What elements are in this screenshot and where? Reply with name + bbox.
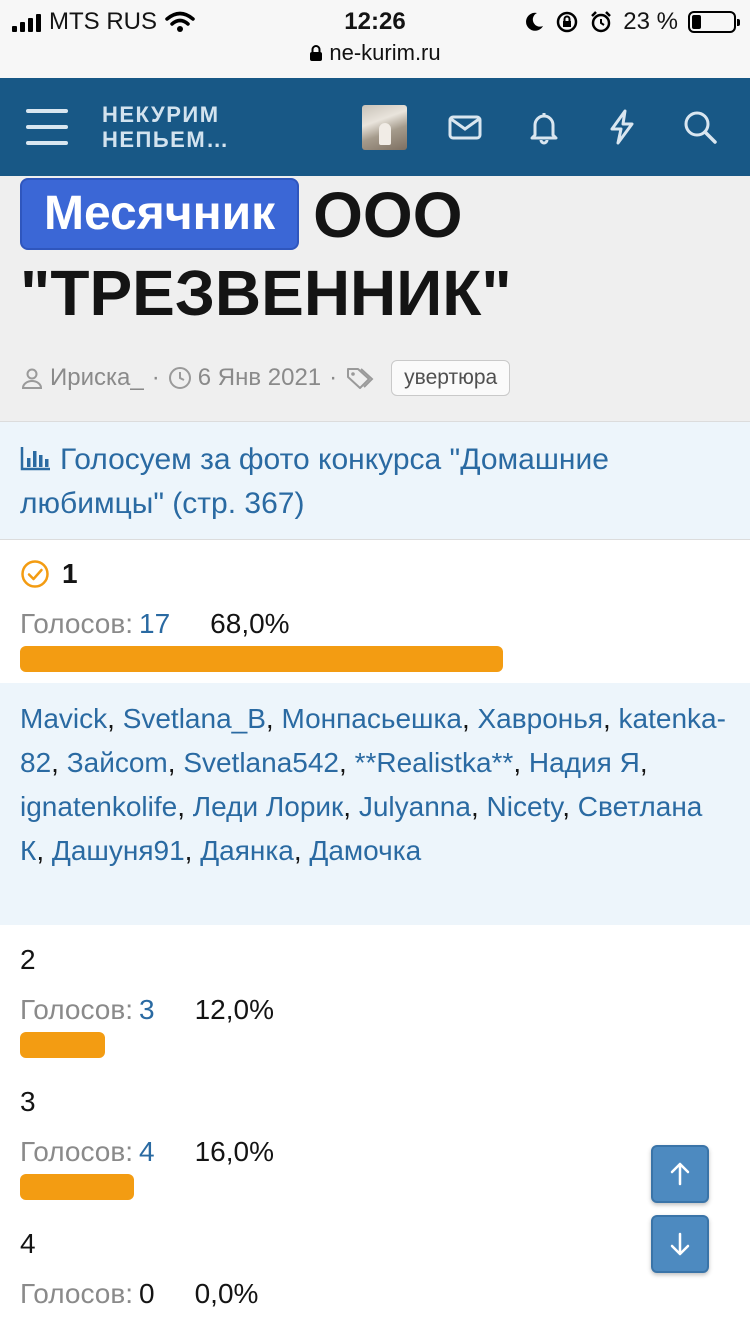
voter-link[interactable]: Надия Я	[529, 747, 640, 778]
votes-label: Голосов:	[20, 994, 134, 1025]
poll-option-title: 4	[20, 1228, 730, 1260]
poll-option: 2 Голосов: 3 12,0%	[20, 944, 730, 1058]
poll-option-label: 3	[20, 1086, 36, 1117]
tag-chip[interactable]: увертюра	[391, 360, 511, 396]
voter-link[interactable]: Mavick	[20, 703, 107, 734]
logo-line-2: НЕПЬЕМ…	[102, 127, 230, 152]
votes-label: Голосов:	[20, 1136, 134, 1167]
check-circle-icon	[21, 560, 49, 588]
votes-count-link[interactable]: 4	[139, 1136, 155, 1168]
thread-date: 6 Янв 2021	[197, 364, 322, 391]
voter-link[interactable]: Julyanna	[359, 791, 471, 822]
votes-percent: 16,0%	[194, 1136, 274, 1167]
poll-option-stats: Голосов: 4 16,0%	[20, 1136, 730, 1168]
thread-meta: Ириска_ · 6 Янв 2021 · увертюра	[20, 360, 511, 396]
arrow-up-icon	[670, 1162, 690, 1186]
battery-percent: 23 %	[623, 8, 678, 35]
voter-link[interactable]: Зайcom	[67, 747, 168, 778]
votes-count-link[interactable]: 3	[139, 994, 155, 1026]
status-indicators: 23 %	[523, 8, 740, 36]
poll-option-title: 1	[20, 558, 730, 590]
poll-bar-track	[20, 1032, 600, 1058]
alarm-icon	[591, 11, 612, 33]
meta-separator: ·	[329, 364, 338, 391]
bell-icon[interactable]	[525, 108, 563, 146]
meta-separator: ·	[151, 364, 160, 391]
mail-icon[interactable]	[446, 108, 484, 146]
bar-chart-icon	[20, 447, 50, 471]
voter-link[interactable]: Nicety	[487, 791, 563, 822]
poll-option-stats: Голосов: 3 12,0%	[20, 994, 730, 1026]
logo-line-1: НЕКУРИМ	[102, 102, 220, 127]
poll-option: 1 Голосов: 17 68,0%	[20, 558, 730, 672]
poll-title[interactable]: Голосуем за фото конкурса "Домашние люби…	[0, 422, 750, 540]
poll-option-label: 2	[20, 944, 36, 975]
thread-author: Ириска_	[50, 364, 144, 391]
status-bar: MTS RUS 12:26 23 % ne-kurim.ru	[0, 0, 750, 78]
lock-icon	[310, 45, 323, 61]
voter-link[interactable]: Дашуня91	[52, 835, 185, 866]
votes-label: Голосов:	[20, 1278, 134, 1309]
avatar[interactable]	[362, 105, 407, 150]
address-bar[interactable]: ne-kurim.ru	[0, 40, 750, 66]
poll-option-label: 1	[62, 558, 78, 589]
poll-option: 3 Голосов: 4 16,0%	[20, 1086, 730, 1200]
votes-percent: 12,0%	[194, 994, 274, 1025]
voter-link[interactable]: **Realistka**	[355, 747, 514, 778]
poll-option-title: 2	[20, 944, 730, 976]
poll-option-label: 4	[20, 1228, 36, 1259]
poll-option-stats: Голосов: 0 0,0%	[20, 1278, 730, 1310]
votes-count: 0	[139, 1278, 155, 1309]
site-logo[interactable]: НЕКУРИМ НЕПЬЕМ…	[102, 102, 230, 152]
poll-title-text: Голосуем за фото конкурса "Домашние люби…	[20, 443, 609, 520]
menu-icon[interactable]	[26, 109, 68, 145]
voter-link[interactable]: Svetlana542	[183, 747, 339, 778]
user-icon	[21, 368, 43, 389]
voters-list: Mavick, Svetlana_B, Монпасьешка, Хавронь…	[0, 683, 750, 925]
thread-header: Месячник ООО "ТРЕЗВЕННИК" Ириска_ · 6 Янв…	[0, 176, 750, 422]
poll-bar	[20, 1032, 105, 1058]
voter-link[interactable]: Svetlana_B	[123, 703, 266, 734]
rotation-lock-icon	[557, 11, 578, 33]
voter-link[interactable]: Дамочка	[309, 835, 421, 866]
battery-level	[692, 15, 701, 29]
tags-icon	[347, 368, 374, 389]
voter-link[interactable]: Хавронья	[478, 703, 603, 734]
votes-percent: 0,0%	[194, 1278, 259, 1309]
url-text: ne-kurim.ru	[329, 40, 441, 65]
scroll-to-bottom-button[interactable]	[651, 1215, 709, 1273]
votes-label: Голосов:	[20, 608, 134, 639]
scroll-to-top-button[interactable]	[651, 1145, 709, 1203]
page-title: Месячник ООО "ТРЕЗВЕННИК"	[20, 176, 740, 332]
arrow-down-icon	[670, 1232, 690, 1256]
poll-option: 4 Голосов: 0 0,0%	[20, 1228, 730, 1310]
poll-bar-track	[20, 1174, 600, 1200]
site-navbar: НЕКУРИМ НЕПЬЕМ…	[0, 78, 750, 176]
poll-bar-track	[20, 646, 600, 672]
thread-prefix-badge[interactable]: Месячник	[20, 178, 300, 250]
author-item[interactable]: Ириска_	[20, 364, 144, 392]
date-item[interactable]: 6 Янв 2021	[168, 364, 321, 392]
bolt-icon[interactable]	[603, 108, 641, 146]
poll-option-title: 3	[20, 1086, 730, 1118]
poll-bar	[20, 646, 503, 672]
clock-icon	[168, 367, 191, 389]
voter-link[interactable]: Даянка	[200, 835, 294, 866]
voter-link[interactable]: Монпасьешка	[281, 703, 461, 734]
voter-link[interactable]: ignatenkolife	[20, 791, 177, 822]
poll-bar	[20, 1174, 134, 1200]
votes-count-link[interactable]: 17	[139, 608, 170, 640]
poll-option-stats: Голосов: 17 68,0%	[20, 608, 730, 640]
votes-percent: 68,0%	[210, 608, 290, 639]
battery-icon	[688, 11, 740, 33]
voter-link[interactable]: Леди Лорик	[193, 791, 344, 822]
search-icon[interactable]	[681, 108, 719, 146]
moon-icon	[526, 12, 544, 31]
